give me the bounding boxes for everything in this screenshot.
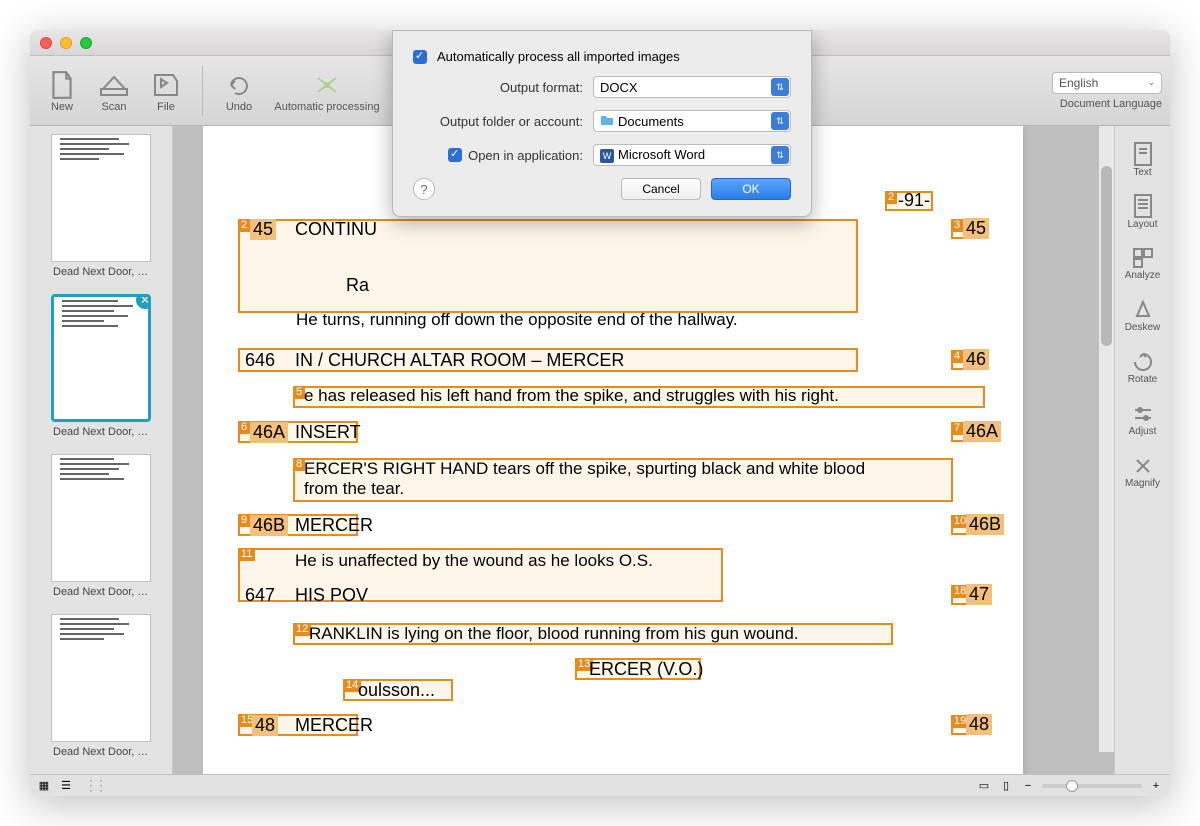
panel-resize-handle[interactable]: ⋮⋮ [80, 777, 108, 794]
new-button[interactable]: New [38, 61, 86, 121]
output-format-label: Output format: [413, 80, 583, 95]
word-icon: W [600, 149, 614, 163]
statusbar: ▦ ☰ ⋮⋮ ▭ ▯ − + [30, 774, 1170, 796]
output-format-select[interactable]: DOCX ⇅ [593, 76, 791, 98]
chevron-up-down-icon: ⇅ [771, 146, 789, 164]
zoom-in-icon[interactable]: + [1148, 778, 1164, 794]
scan-button[interactable]: Scan [90, 61, 138, 121]
document-view[interactable]: 2 -91- 2 45 CONTINU Ra He turns, running… [173, 126, 1114, 774]
analyze-tool-button[interactable]: Analyze [1119, 238, 1167, 288]
language-label: Document Language [1060, 98, 1162, 110]
export-dialog: Automatically process all imported image… [392, 30, 812, 217]
text-tool-button[interactable]: Text [1119, 134, 1167, 184]
help-button[interactable]: ? [413, 178, 435, 200]
output-folder-select[interactable]: Documents ⇅ [593, 110, 791, 132]
folder-icon [600, 114, 614, 126]
auto-process-checkbox[interactable] [413, 50, 427, 64]
thumbnail-item-selected[interactable]: ✕ Dead Next Door, Th… [51, 294, 151, 450]
file-button[interactable]: File [142, 61, 190, 121]
adjust-tool-button[interactable]: Adjust [1119, 394, 1167, 444]
rotate-tool-button[interactable]: Rotate [1119, 342, 1167, 392]
chevron-up-down-icon: ⇅ [771, 78, 789, 96]
language-region: English ⌄ Document Language [1052, 72, 1162, 110]
auto-process-icon [308, 69, 346, 101]
vertical-scrollbar[interactable] [1099, 126, 1114, 752]
app-window: Dead Next Door, The screenplay (6th draf… [30, 30, 1170, 796]
undo-button[interactable]: Undo [215, 61, 263, 121]
language-select[interactable]: English ⌄ [1052, 72, 1162, 94]
open-in-app-select[interactable]: WMicrosoft Word ⇅ [593, 144, 791, 166]
separator [202, 66, 203, 116]
auto-process-button[interactable]: Automatic processing [267, 61, 387, 121]
document-icon [43, 69, 81, 101]
close-icon[interactable]: ✕ [136, 294, 151, 309]
page-number: -91- [898, 190, 930, 211]
main-area: Dead Next Door, Th… ✕ Dead Next Door, Th… [30, 126, 1170, 774]
layout-tool-button[interactable]: Layout [1119, 186, 1167, 236]
zoom-out-icon[interactable]: − [1020, 778, 1036, 794]
thumbnail-item[interactable]: Dead Next Door, Th… [51, 454, 151, 610]
page-icon[interactable]: ▭ [976, 778, 992, 794]
grid-view-icon[interactable]: ▦ [36, 778, 52, 794]
output-folder-label: Output folder or account: [413, 114, 583, 129]
thumbnail-panel[interactable]: Dead Next Door, Th… ✕ Dead Next Door, Th… [30, 126, 173, 774]
list-view-icon[interactable]: ☰ [58, 778, 74, 794]
open-in-app-checkbox[interactable] [448, 148, 462, 162]
undo-icon [220, 69, 258, 101]
tools-panel: Text Layout Analyze Deskew Rotate Adjust… [1114, 126, 1170, 774]
zoom-slider[interactable] [1042, 784, 1142, 788]
auto-process-label: Automatically process all imported image… [437, 49, 680, 64]
magnify-tool-button[interactable]: Magnify [1119, 446, 1167, 496]
page-canvas: 2 -91- 2 45 CONTINU Ra He turns, running… [203, 126, 1023, 774]
page-fit-icon[interactable]: ▯ [998, 778, 1014, 794]
open-in-app-label: Open in application: [468, 148, 583, 163]
region-marker: 2 [238, 219, 250, 232]
deskew-tool-button[interactable]: Deskew [1119, 290, 1167, 340]
chevron-up-down-icon: ⇅ [771, 112, 789, 130]
ok-button[interactable]: OK [711, 178, 791, 200]
scrollbar-thumb[interactable] [1101, 166, 1112, 346]
thumbnail-item[interactable]: Dead Next Door, Th… [51, 134, 151, 290]
cancel-button[interactable]: Cancel [621, 178, 701, 200]
thumbnail-item[interactable]: Dead Next Door, Th… [51, 614, 151, 770]
file-import-icon [147, 69, 185, 101]
chevron-down-icon: ⌄ [1147, 77, 1155, 88]
zoom-slider-thumb[interactable] [1066, 780, 1078, 792]
scanner-icon [95, 69, 133, 101]
